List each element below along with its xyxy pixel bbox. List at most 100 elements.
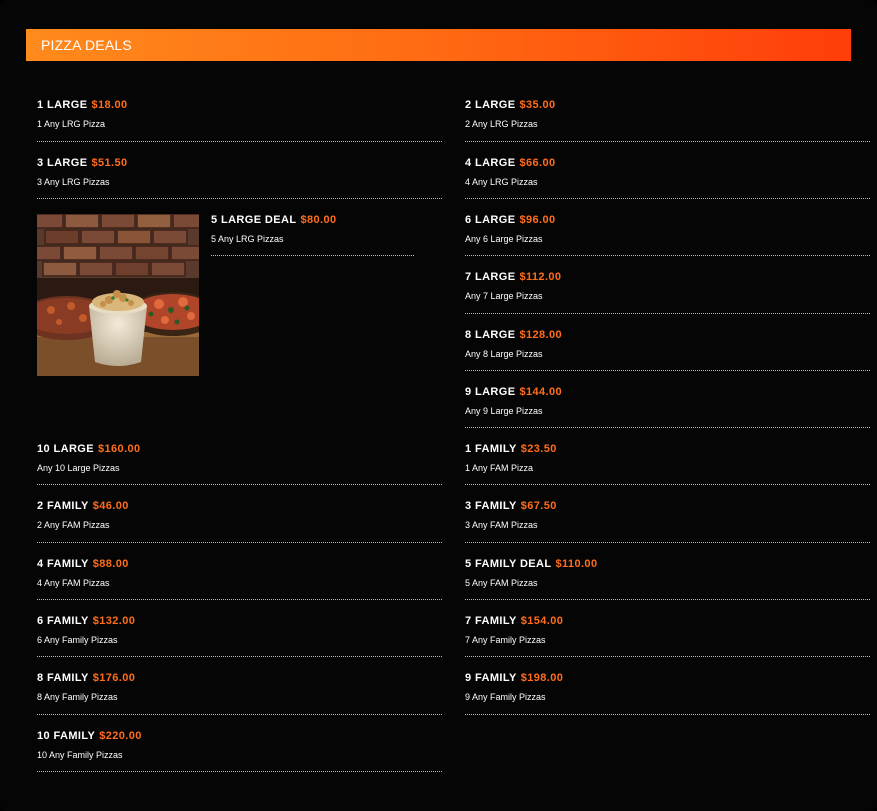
deal-description: 10 Any Family Pizzas [37, 750, 123, 760]
deal-price: $23.50 [520, 443, 557, 455]
deal-description: 1 Any FAM Pizza [465, 463, 534, 473]
deal-item-3-family[interactable]: 3 FAMILY $67.50 3 Any FAM Pizzas [465, 499, 870, 543]
deal-name: 9 LARGE [465, 386, 516, 398]
deal-price: $66.00 [519, 157, 556, 169]
deal-price: $51.50 [91, 157, 128, 169]
deal-item-5-family-deal[interactable]: 5 FAMILY DEAL $110.00 5 Any FAM Pizzas [465, 557, 870, 600]
deal-item-4-family[interactable]: 4 FAMILY $88.00 4 Any FAM Pizzas [37, 557, 442, 600]
deal-title: 5 FAMILY DEAL $110.00 [465, 557, 597, 571]
deal-description: 4 Any LRG Pizzas [465, 177, 538, 187]
deal-description: 3 Any LRG Pizzas [37, 177, 110, 187]
deal-price: $132.00 [92, 615, 136, 627]
deal-name: 7 LARGE [465, 271, 516, 283]
deal-title: 7 LARGE $112.00 [465, 270, 561, 284]
deal-description: 4 Any FAM Pizzas [37, 578, 110, 588]
deal-title: 4 LARGE $66.00 [465, 156, 556, 170]
deal-description: 5 Any LRG Pizzas [211, 234, 284, 244]
deal-description: Any 7 Large Pizzas [465, 291, 543, 301]
deal-item-2-family[interactable]: 2 FAMILY $46.00 2 Any FAM Pizzas [37, 499, 442, 543]
deal-name: 10 LARGE [37, 443, 94, 455]
deal-item-7-family[interactable]: 7 FAMILY $154.00 7 Any Family Pizzas [465, 614, 870, 657]
deal-name: 2 LARGE [465, 99, 516, 111]
deal-item-8-family[interactable]: 8 FAMILY $176.00 8 Any Family Pizzas [37, 671, 442, 715]
deal-price: $67.50 [520, 500, 557, 512]
deal-price: $18.00 [91, 99, 128, 111]
deal-item-9-large[interactable]: 9 LARGE $144.00 Any 9 Large Pizzas [465, 385, 870, 428]
deal-name: 10 FAMILY [37, 730, 96, 742]
deal-title: 9 FAMILY $198.00 [465, 671, 563, 685]
deal-name: 5 LARGE DEAL [211, 214, 297, 226]
deal-title: 2 FAMILY $46.00 [37, 499, 129, 513]
deal-title: 3 LARGE $51.50 [37, 156, 128, 170]
deal-title: 5 LARGE DEAL $80.00 [211, 213, 337, 227]
deal-name: 7 FAMILY [465, 615, 517, 627]
deal-price: $176.00 [92, 672, 136, 684]
deal-price: $80.00 [300, 214, 337, 226]
deal-price: $154.00 [520, 615, 564, 627]
deal-price: $96.00 [519, 214, 556, 226]
deal-description: 2 Any FAM Pizzas [37, 520, 110, 530]
deal-description: 9 Any Family Pizzas [465, 692, 546, 702]
deal-description: 5 Any FAM Pizzas [465, 578, 538, 588]
deal-description: 1 Any LRG Pizza [37, 119, 106, 129]
deal-title: 6 FAMILY $132.00 [37, 614, 135, 628]
deal-price: $46.00 [92, 500, 129, 512]
deal-item-6-large[interactable]: 6 LARGE $96.00 Any 6 Large Pizzas [465, 213, 870, 256]
deal-title: 6 LARGE $96.00 [465, 213, 556, 227]
deal-item-7-large[interactable]: 7 LARGE $112.00 Any 7 Large Pizzas [465, 270, 870, 314]
deal-title: 8 FAMILY $176.00 [37, 671, 135, 685]
deal-title: 10 FAMILY $220.00 [37, 729, 142, 743]
pizza-photo-image [37, 214, 199, 376]
deal-price: $110.00 [555, 558, 598, 570]
deal-description: 8 Any Family Pizzas [37, 692, 118, 702]
deal-item-4-large[interactable]: 4 LARGE $66.00 4 Any LRG Pizzas [465, 156, 870, 199]
deal-name: 8 FAMILY [37, 672, 89, 684]
deal-item-1-large[interactable]: 1 LARGE $18.00 1 Any LRG Pizza [37, 98, 442, 142]
deal-description: 6 Any Family Pizzas [37, 635, 118, 645]
deal-item-8-large[interactable]: 8 LARGE $128.00 Any 8 Large Pizzas [465, 328, 870, 371]
deal-price: $220.00 [99, 730, 142, 742]
section-title: PIZZA DEALS [41, 37, 132, 53]
deal-description: Any 6 Large Pizzas [465, 234, 543, 244]
deal-photo [37, 214, 199, 376]
deal-name: 1 FAMILY [465, 443, 517, 455]
deal-item-10-large[interactable]: 10 LARGE $160.00 Any 10 Large Pizzas [37, 442, 442, 485]
deal-item-1-family[interactable]: 1 FAMILY $23.50 1 Any FAM Pizza [465, 442, 870, 485]
deal-title: 9 LARGE $144.00 [465, 385, 562, 399]
deal-title: 1 FAMILY $23.50 [465, 442, 557, 456]
deal-price: $112.00 [519, 271, 562, 283]
deal-item-6-family[interactable]: 6 FAMILY $132.00 6 Any Family Pizzas [37, 614, 442, 657]
deal-item-9-family[interactable]: 9 FAMILY $198.00 9 Any Family Pizzas [465, 671, 870, 715]
deal-name: 5 FAMILY DEAL [465, 558, 552, 570]
deal-name: 4 LARGE [465, 157, 516, 169]
deal-name: 6 LARGE [465, 214, 516, 226]
deal-item-5-large-deal[interactable]: 5 LARGE DEAL $80.00 5 Any LRG Pizzas [211, 213, 414, 256]
deal-description: Any 9 Large Pizzas [465, 406, 543, 416]
deal-name: 3 LARGE [37, 157, 88, 169]
deal-description: Any 10 Large Pizzas [37, 463, 120, 473]
deal-title: 2 LARGE $35.00 [465, 98, 556, 112]
deal-price: $144.00 [519, 386, 563, 398]
pizza-deals-panel: PIZZA DEALS 1 LARGE $18.00 1 Any LRG Piz… [0, 0, 877, 811]
deal-price: $160.00 [98, 443, 141, 455]
deal-name: 2 FAMILY [37, 500, 89, 512]
deal-name: 4 FAMILY [37, 558, 89, 570]
deal-title: 10 LARGE $160.00 [37, 442, 141, 456]
deal-description: 3 Any FAM Pizzas [465, 520, 538, 530]
deal-title: 4 FAMILY $88.00 [37, 557, 129, 571]
deal-item-2-large[interactable]: 2 LARGE $35.00 2 Any LRG Pizzas [465, 98, 870, 142]
section-header: PIZZA DEALS [26, 29, 851, 61]
deal-item-3-large[interactable]: 3 LARGE $51.50 3 Any LRG Pizzas [37, 156, 442, 199]
deal-name: 1 LARGE [37, 99, 88, 111]
deal-title: 8 LARGE $128.00 [465, 328, 562, 342]
deal-description: 2 Any LRG Pizzas [465, 119, 538, 129]
deal-price: $88.00 [92, 558, 129, 570]
deal-name: 6 FAMILY [37, 615, 89, 627]
deal-description: 7 Any Family Pizzas [465, 635, 546, 645]
deal-item-10-family[interactable]: 10 FAMILY $220.00 10 Any Family Pizzas [37, 729, 442, 772]
deal-price: $35.00 [519, 99, 556, 111]
deal-price: $198.00 [520, 672, 564, 684]
deal-name: 8 LARGE [465, 329, 516, 341]
deal-title: 3 FAMILY $67.50 [465, 499, 557, 513]
deal-title: 7 FAMILY $154.00 [465, 614, 563, 628]
